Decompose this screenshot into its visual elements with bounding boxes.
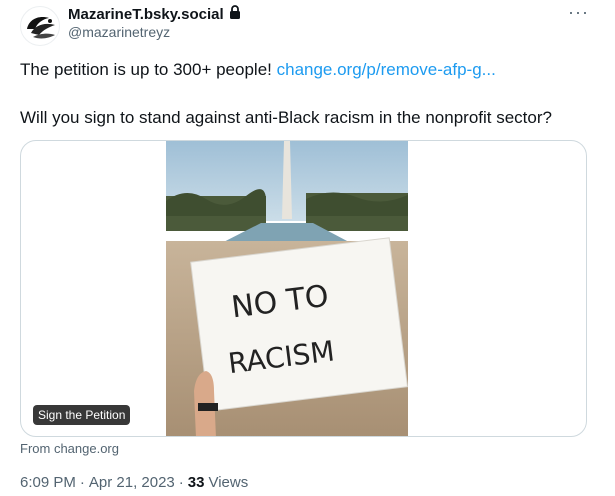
avatar-logo — [27, 17, 55, 39]
author-handle[interactable]: @mazarinetreyz — [68, 24, 170, 40]
more-horizontal-icon[interactable]: ··· — [568, 2, 589, 23]
tweet-text: The petition is up to 300+ people! chang… — [20, 58, 600, 130]
views-label: Views — [208, 474, 249, 491]
display-name[interactable]: MazarineT.bsky.social — [68, 6, 224, 23]
tweet-line-1-text: The petition is up to 300+ people! — [20, 60, 277, 79]
card-source[interactable]: From change.org — [20, 441, 119, 456]
tweet-line-2: Will you sign to stand against anti-Blac… — [20, 108, 552, 127]
tweet-line-1: The petition is up to 300+ people! chang… — [20, 58, 600, 82]
timestamp-time[interactable]: 6:09 PM — [20, 474, 76, 491]
link-card[interactable]: NO TO RACISM Sign the Petition — [20, 140, 587, 437]
avatar[interactable] — [20, 6, 60, 46]
petition-link[interactable]: change.org/p/remove-afp-g... — [277, 60, 496, 79]
timestamp-date[interactable]: Apr 21, 2023 — [89, 474, 175, 491]
views-count: 33 — [187, 474, 205, 491]
tweet-meta: 6:09 PM · Apr 21, 2023 · 33 Views — [20, 474, 248, 491]
meta-separator: · — [79, 474, 85, 491]
card-title-badge[interactable]: Sign the Petition — [33, 405, 131, 425]
meta-separator: · — [178, 474, 184, 491]
lock-icon — [228, 4, 242, 25]
author-name-row: MazarineT.bsky.social — [68, 4, 242, 25]
card-image: NO TO RACISM — [166, 141, 408, 436]
